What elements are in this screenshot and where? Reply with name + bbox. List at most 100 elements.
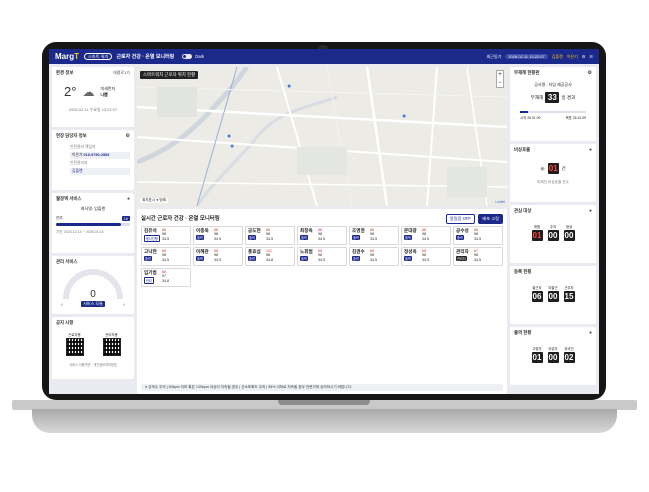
- zoom-in-icon[interactable]: +: [497, 71, 503, 79]
- qr-code-worker[interactable]: [65, 338, 84, 356]
- dark-mode-label: Dark: [195, 54, 205, 59]
- map-view[interactable]: 스마트워치 근로자 위치 현황 ● ● ● ● + − 위치표시 ● 범례 Le…: [137, 67, 507, 206]
- worker-name: 입기범: [144, 270, 157, 275]
- settings-icon[interactable]: ⚙: [588, 70, 592, 76]
- attendance-label: 출근자: [532, 286, 542, 290]
- sync-time: 2026.02.11 13:22:07: [505, 54, 548, 59]
- settings-icon[interactable]: ⚙: [126, 133, 130, 139]
- attendance-label: 미출근: [548, 286, 558, 290]
- paid-value: 0: [90, 289, 96, 300]
- map-label: 스마트워치 근로자 위치 현황: [140, 71, 199, 79]
- worker-name: 정성옥: [404, 249, 417, 254]
- worker-card[interactable]: 고낙현 출력 68 98 34.5: [141, 247, 191, 266]
- info-icon[interactable]: ●: [589, 330, 592, 336]
- worker-card[interactable]: 정성옥 출력 68 98 34.5: [401, 247, 451, 266]
- worker-card[interactable]: 김권수 출력 68 98 34.5: [349, 247, 399, 266]
- zoom-out-icon[interactable]: −: [497, 79, 503, 87]
- left-column: 환경 정보 태평로1가 2° ☁ 미세먼지 나쁨 2026.02.11 수요일 13…: [52, 67, 134, 379]
- worker-temperature: 34.8: [266, 257, 273, 262]
- caution-value: 00: [547, 230, 559, 241]
- accident-free-card: 무재해 현황판 ⚙ 공사명 : 타임 재공공사 무재해 33 일 경과 시작 26…: [510, 67, 596, 141]
- worker-status-badge: 출력: [456, 235, 464, 240]
- attendance-value: 15: [563, 291, 575, 302]
- monitoring-panel: 실시간 근로자 건강 · 온열 모니터링 알림음 OFF 배포 고정 김유석 음사…: [137, 209, 507, 394]
- worker-status-badge: 출력: [248, 256, 256, 261]
- notice-footer[interactable]: 서비스 이용약관 · 개인정보처리방침: [56, 362, 130, 367]
- user-name[interactable]: 김플랜: [552, 54, 563, 60]
- accident-target-label: 목표: [565, 116, 572, 120]
- worker-name: 문대광: [404, 228, 417, 233]
- map-legend[interactable]: 위치표시 ● 범례: [140, 198, 169, 203]
- map-zoom-controls: + −: [496, 70, 504, 88]
- worker-card[interactable]: 관리자 관리자 87 98 34.5: [453, 247, 503, 266]
- worker-card[interactable]: 이종욱 출력 68 98 34.9: [193, 226, 243, 245]
- worker-temperature: 34.5: [162, 257, 169, 262]
- attendance-label: 근무자: [564, 286, 574, 290]
- worker-card[interactable]: 최창옥 출력 68 98 34.5: [297, 226, 347, 245]
- user-name-2[interactable]: 이은기: [567, 54, 578, 60]
- emergency-title: 비상호출: [514, 147, 531, 152]
- worker-name: 홍효섭: [248, 249, 261, 254]
- attendance-card: 등록 현황 출근자 06 미출근 00 근무자 15: [510, 266, 596, 324]
- caution-label: 주의: [549, 225, 557, 229]
- caution-label: 위험: [533, 225, 541, 229]
- worker-card[interactable]: 김유석 음사진행 68 98 34.5: [141, 226, 191, 245]
- worker-card[interactable]: 이혜관 출력 58 98 34.5: [193, 247, 243, 266]
- map-pin-icon[interactable]: ●: [402, 113, 406, 120]
- sync-label: 최근동기: [486, 53, 502, 59]
- exit-value: 01: [531, 352, 543, 363]
- paid-min: 0: [61, 303, 63, 307]
- map-pin-icon[interactable]: ●: [227, 133, 231, 140]
- emergency-card: 비상호출 ● ◉ 01 건 미해진 비상호출 건수: [510, 144, 596, 202]
- worker-status-badge: 출력: [196, 235, 204, 240]
- worker-temperature: 34.9: [214, 236, 221, 241]
- worker-card[interactable]: 공도현 출력 68 98 34.5: [245, 226, 295, 245]
- worker-status-badge: 관리자: [456, 256, 467, 261]
- worker-card[interactable]: 문대광 출력 68 98 34.5: [401, 226, 451, 245]
- map-attribution[interactable]: Leaflet: [495, 200, 505, 204]
- worker-name: 관리자: [456, 249, 469, 254]
- accident-title: 무재해 현황판: [514, 70, 540, 75]
- weather-datetime: 2026.02.11 수요일 13:22:07: [68, 107, 118, 112]
- worker-status-badge: 출력: [352, 235, 360, 240]
- map-pin-icon[interactable]: ●: [230, 143, 234, 150]
- info-icon[interactable]: ●: [127, 196, 130, 202]
- worker-status-badge: 출력: [248, 235, 256, 240]
- exit-label: 외국인: [564, 347, 574, 351]
- qr-code-admin[interactable]: [102, 338, 121, 356]
- manager-role-1: 안전관리 책임자: [70, 145, 96, 149]
- info-icon[interactable]: ●: [589, 208, 592, 214]
- dark-mode-toggle[interactable]: [182, 54, 193, 59]
- app-logo[interactable]: MargT: [55, 52, 79, 61]
- worker-temperature: 34.5: [370, 257, 377, 262]
- worker-temperature: 34.5: [422, 257, 429, 262]
- attendance-value: 06: [531, 291, 543, 302]
- manager-card: 현장 담당자 정보 ⚙ 안전관리 책임자 이은기 010-9790-2553 안전…: [52, 130, 134, 190]
- monitor-legend: ● 심박수 주의 | 50bpm 이하 혹은 130bpm 이상이 지속될 경우…: [141, 384, 503, 391]
- weather-location: 태평로1가: [113, 70, 130, 75]
- monthly-company: 회사명: 입플랜: [80, 206, 106, 211]
- worker-temperature: 34.5: [162, 236, 169, 241]
- monthly-period: 기간 2025.12.14 ~ 2026.01.14: [56, 230, 104, 234]
- worker-card[interactable]: 입기범 관리 68 97 34.8: [141, 268, 191, 287]
- fixed-deploy-button[interactable]: 배포 고정: [478, 214, 503, 224]
- worker-card[interactable]: 조명권 출력 68 98 34.5: [349, 226, 399, 245]
- info-icon[interactable]: ●: [589, 147, 592, 153]
- worker-temperature: 34.5: [214, 257, 221, 262]
- alarm-off-button[interactable]: 알림음 OFF: [445, 214, 475, 224]
- map-pin-icon[interactable]: ●: [287, 83, 291, 90]
- notice-title: 공지 사항: [56, 320, 74, 325]
- emergency-note: 미해진 비상호출 건수: [537, 180, 569, 184]
- accident-label-pre: 무재해: [530, 94, 544, 100]
- manager-phone-1[interactable]: 010-9790-2553: [84, 153, 110, 157]
- accident-label-post: 일 경과: [561, 94, 576, 100]
- monthly-title: 월정액 서비스: [56, 196, 82, 201]
- worker-card[interactable]: 공수성 출력 68 98 34.5: [453, 226, 503, 245]
- worker-card[interactable]: 노휘범 출력 68 98 34.5: [297, 247, 347, 266]
- attendance-title: 등록 현황: [514, 269, 532, 274]
- laptop-base-front: [32, 409, 617, 433]
- worker-card[interactable]: 홍효섭 출력 121 98 34.8: [245, 247, 295, 266]
- settings-icon[interactable]: ⚙: [582, 54, 586, 59]
- worker-status-badge: 관리: [144, 277, 154, 284]
- menu-icon[interactable]: ☰: [589, 54, 593, 59]
